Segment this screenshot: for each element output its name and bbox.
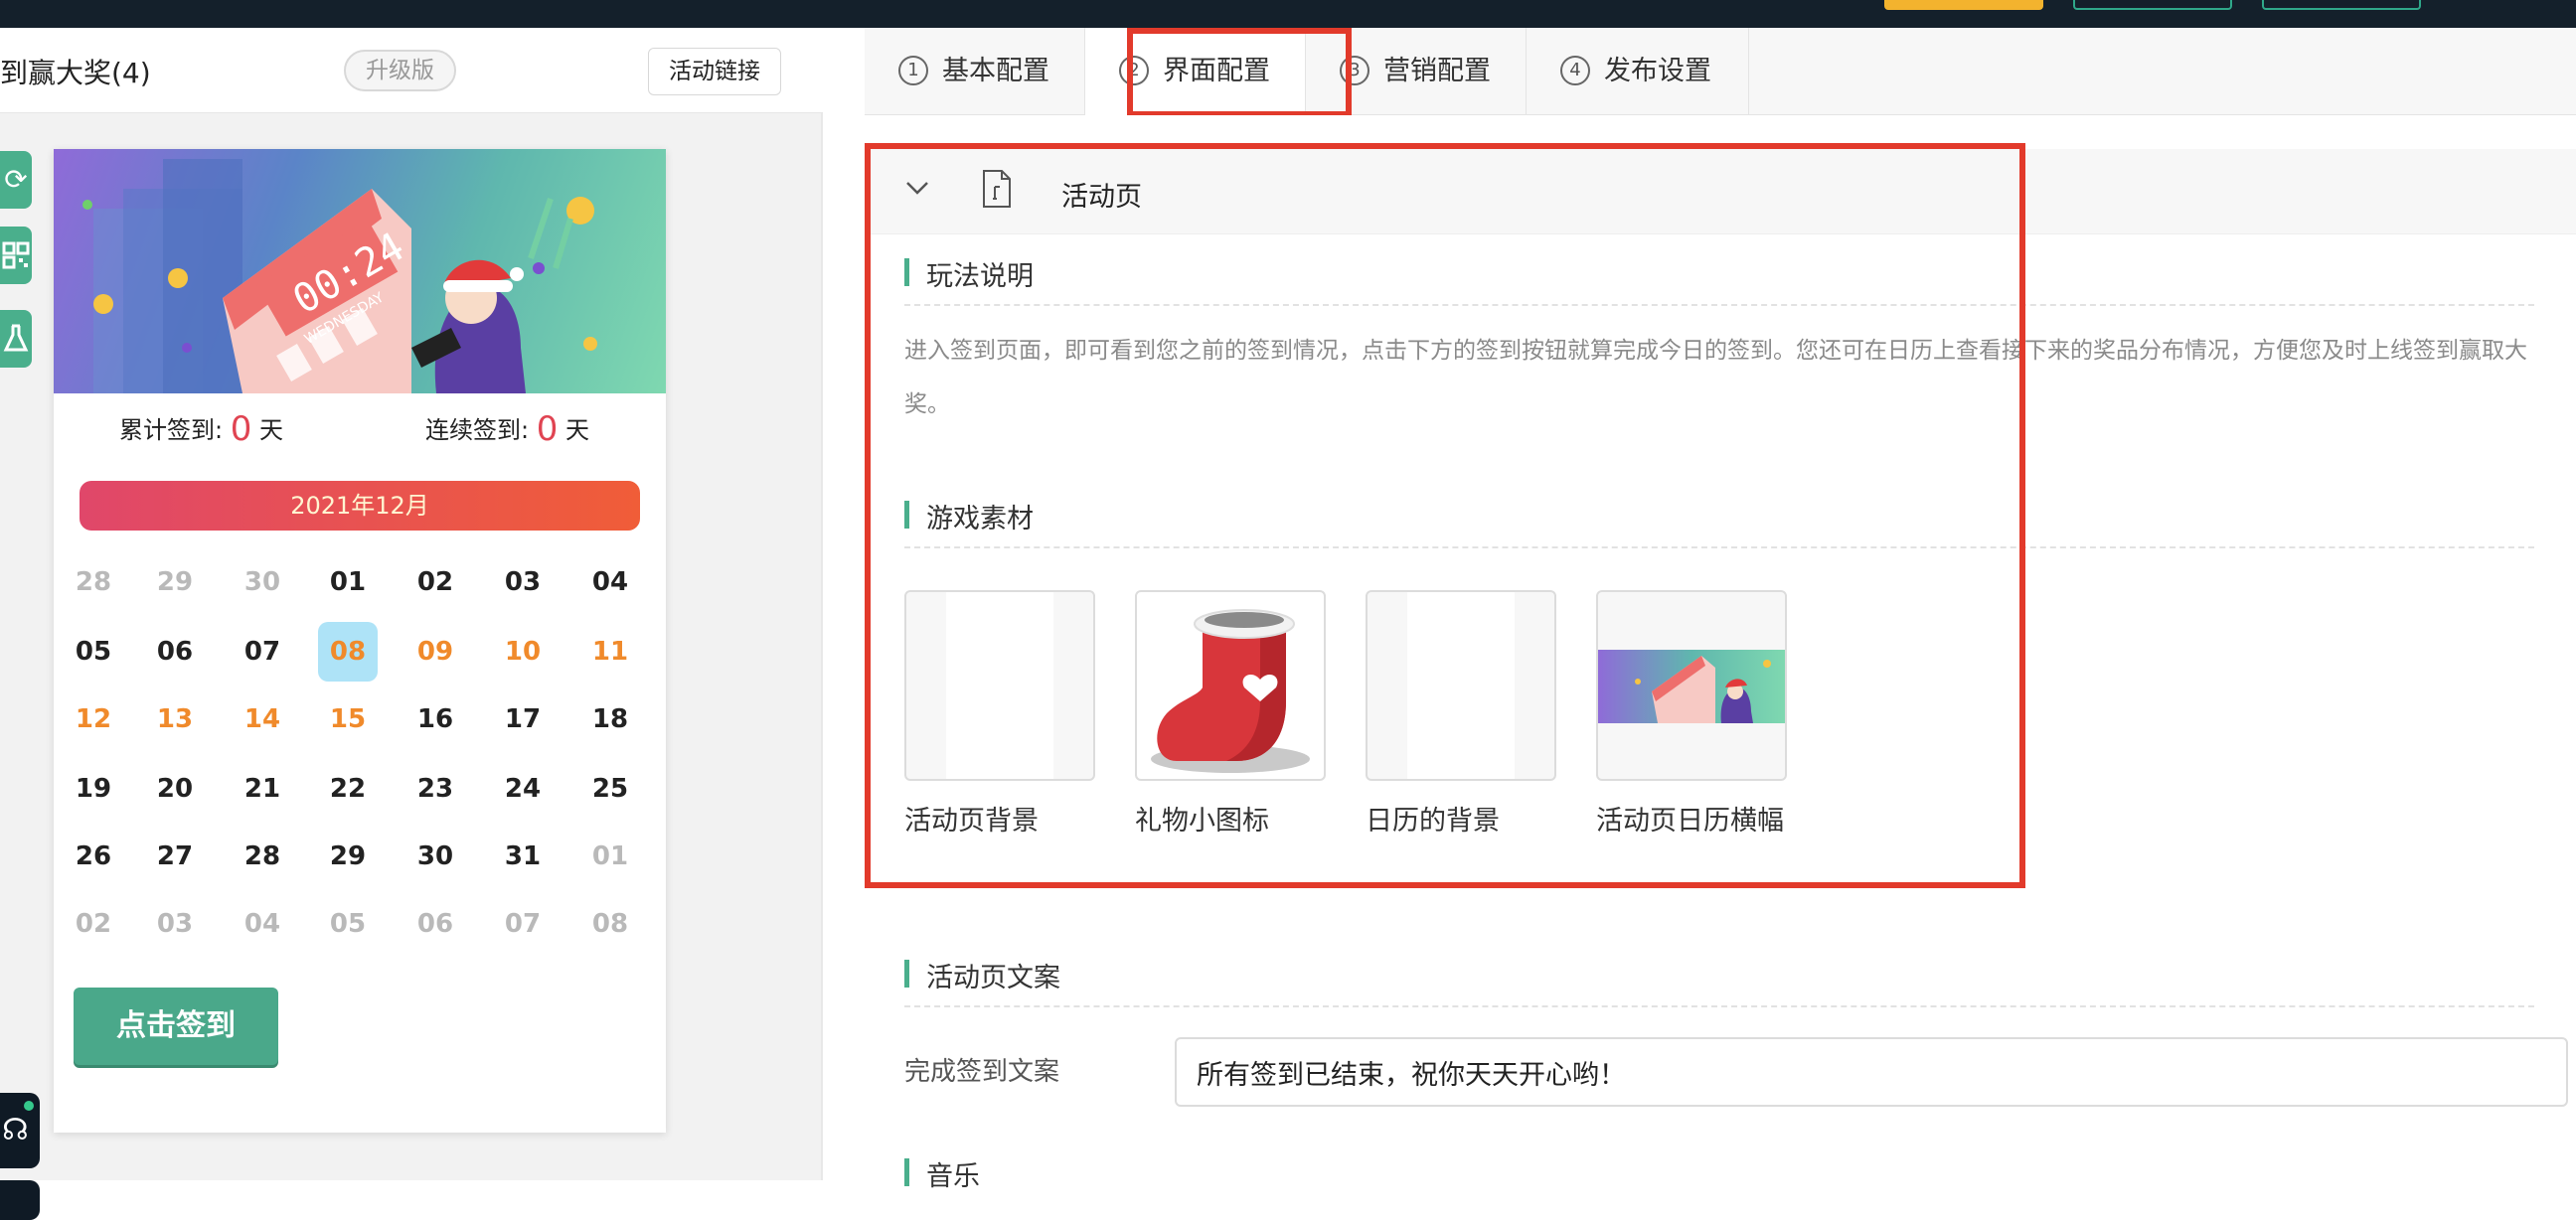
top-action-button-2[interactable] (2073, 0, 2232, 10)
calendar-day[interactable]: 06 (405, 894, 465, 954)
calendar-day[interactable]: 18 (580, 689, 640, 749)
headset-icon: ☊ (2, 1113, 29, 1147)
version-badge: 升级版 (344, 50, 456, 91)
divider (904, 1005, 2534, 1007)
continuous-signin-value: 0 (536, 409, 559, 449)
calendar-day[interactable]: 05 (64, 622, 123, 682)
step-number: 4 (1560, 56, 1590, 85)
calendar-banner-image: 00:24 WEDNESDAY (54, 149, 666, 393)
calendar-day[interactable]: 04 (233, 894, 292, 954)
calendar-day[interactable]: 08 (580, 894, 640, 954)
calendar-day[interactable]: 05 (318, 894, 378, 954)
continuous-signin-stat: 连续签到: 0 天 (425, 409, 589, 449)
calendar-day[interactable]: 28 (233, 827, 292, 886)
calendar-day[interactable]: 20 (145, 759, 205, 819)
calendar-day[interactable]: 17 (493, 689, 553, 749)
calendar-day[interactable]: 12 (64, 689, 123, 749)
calendar-day[interactable]: 02 (64, 894, 123, 954)
calendar-day-today[interactable]: 08 (318, 622, 378, 682)
calendar-day[interactable]: 27 (145, 827, 205, 886)
extra-tool-button[interactable] (0, 1180, 40, 1220)
calendar-day[interactable]: 10 (493, 622, 553, 682)
config-tabs: 1 基本配置 2 界面配置 3 营销配置 4 发布设置 (865, 28, 2576, 117)
tab-label: 营销配置 (1383, 56, 1491, 86)
panel-highlight-box (865, 143, 2025, 888)
preview-header: 到赢大奖(4) 升级版 活动链接 (0, 28, 823, 113)
calendar-day[interactable]: 29 (318, 827, 378, 886)
tab-basic-config[interactable]: 1 基本配置 (865, 28, 1085, 115)
copy-title: 活动页文案 (904, 956, 1060, 994)
tab-highlight-box (1127, 28, 1352, 117)
calendar-day[interactable]: 31 (493, 827, 553, 886)
calendar-day[interactable]: 03 (145, 894, 205, 954)
calendar-day[interactable]: 29 (145, 552, 205, 612)
calendar-day[interactable]: 03 (493, 552, 553, 612)
calendar-day[interactable]: 30 (405, 827, 465, 886)
customer-service-button[interactable]: ☊ (0, 1093, 40, 1168)
phone-preview: 00:24 WEDNESDAY (54, 149, 666, 1133)
calendar-day[interactable]: 24 (493, 759, 553, 819)
calendar-day[interactable]: 21 (233, 759, 292, 819)
calendar-day[interactable]: 26 (64, 827, 123, 886)
tab-publish-settings[interactable]: 4 发布设置 (1527, 28, 1749, 115)
online-dot (24, 1101, 34, 1111)
calendar-day[interactable]: 04 (580, 552, 640, 612)
signin-stats: 累计签到: 0 天 连续签到: 0 天 (54, 409, 666, 449)
tab-label: 基本配置 (942, 56, 1049, 86)
activity-title: 到赢大奖(4) (0, 57, 151, 89)
continuous-signin-unit: 天 (565, 416, 590, 444)
calendar-day[interactable]: 14 (233, 689, 292, 749)
calendar-day[interactable]: 28 (64, 552, 123, 612)
calendar-day[interactable]: 01 (580, 827, 640, 886)
calendar-day[interactable]: 22 (318, 759, 378, 819)
top-bar (0, 0, 2576, 28)
calendar-day[interactable]: 15 (318, 689, 378, 749)
qrcode-icon[interactable] (0, 227, 32, 284)
refresh-icon[interactable]: ⟳ (0, 151, 32, 209)
step-number: 1 (898, 56, 928, 85)
top-action-button-1[interactable] (1884, 0, 2043, 10)
total-signin-value: 0 (230, 409, 252, 449)
calendar-day[interactable]: 13 (145, 689, 205, 749)
activity-link-button[interactable]: 活动链接 (648, 48, 781, 95)
signin-button[interactable]: 点击签到 (74, 988, 278, 1065)
calendar-day[interactable]: 30 (233, 552, 292, 612)
month-header: 2021年12月 (80, 481, 640, 531)
music-title: 音乐 (904, 1154, 980, 1193)
total-signin-unit: 天 (259, 416, 284, 444)
calendar-day[interactable]: 07 (233, 622, 292, 682)
completion-copy-label: 完成签到文案 (904, 1057, 1060, 1087)
calendar-day[interactable]: 06 (145, 622, 205, 682)
flask-icon[interactable] (0, 310, 32, 368)
completion-copy-input[interactable] (1175, 1037, 2568, 1107)
calendar-day[interactable]: 19 (64, 759, 123, 819)
calendar-day[interactable]: 09 (405, 622, 465, 682)
calendar-day[interactable]: 01 (318, 552, 378, 612)
calendar-day[interactable]: 02 (405, 552, 465, 612)
calendar-day[interactable]: 16 (405, 689, 465, 749)
calendar-day[interactable]: 23 (405, 759, 465, 819)
calendar-day[interactable]: 11 (580, 622, 640, 682)
total-signin-stat: 累计签到: 0 天 (119, 409, 283, 449)
calendar-day[interactable]: 07 (493, 894, 553, 954)
total-signin-label: 累计签到: (119, 416, 224, 444)
tab-label: 发布设置 (1604, 56, 1711, 86)
calendar-day[interactable]: 25 (580, 759, 640, 819)
continuous-signin-label: 连续签到: (425, 416, 530, 444)
top-action-button-3[interactable] (2262, 0, 2421, 10)
preview-panel: 到赢大奖(4) 升级版 活动链接 ⟳ ☊ 00:24 累计签到: 0 天 连续签… (0, 28, 823, 1220)
